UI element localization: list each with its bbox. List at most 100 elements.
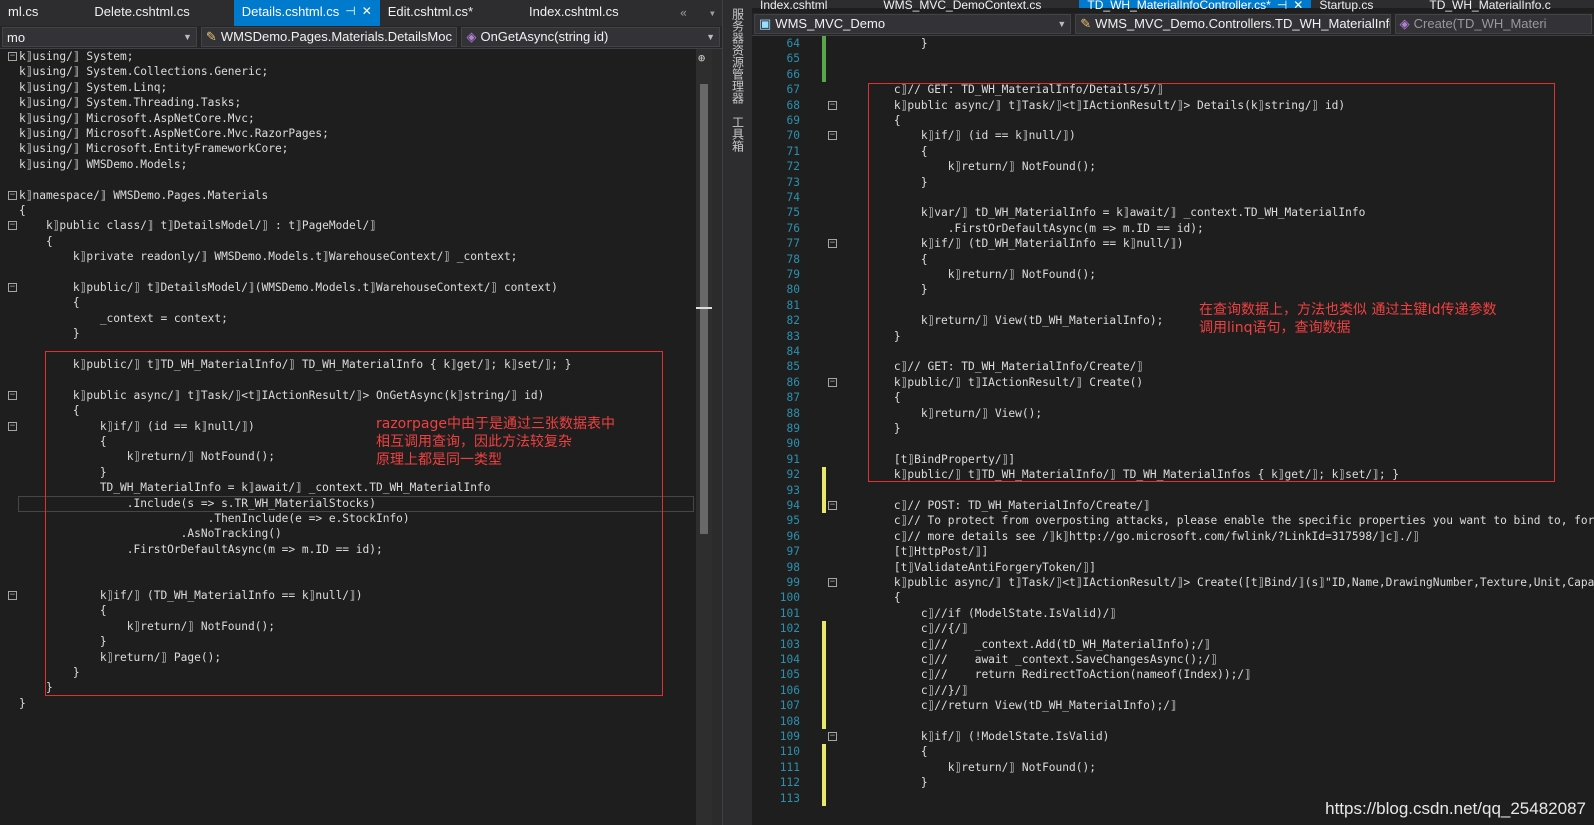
code-line: 108 [752,714,1594,729]
class-dropdown[interactable]: ✎WMSDemo.Pages.Materials.DetailsMoc ▼ [200,27,458,47]
code-line: 105 c⟧// return RedirectToAction(nameof(… [752,667,1594,682]
tab-edit-cshtml-cs[interactable]: Edit.cshtml.cs* [380,0,481,26]
code-line: 109− k⟧if/⟧ (!ModelState.IsValid) [752,729,1594,744]
code-line: k⟧using/⟧ System.Threading.Tasks; [19,96,242,110]
collapse-icon[interactable]: − [8,221,17,231]
toolbox-tab[interactable]: 工具箱 [730,112,747,156]
line-number: 90 [786,437,800,451]
code-line: _context = context; [19,311,228,325]
split-icon[interactable]: ⊕ [698,51,705,65]
line-number: 80 [786,283,800,297]
line-number: 71 [786,144,800,158]
member-dropdown[interactable]: ◈ OnGetAsync(string id) ▼ [461,27,720,47]
collapse-icon[interactable]: − [8,52,17,61]
class-label: WMS_MVC_Demo.Controllers.TD_WH_MaterialI… [1095,16,1391,31]
line-number: 85 [786,360,800,374]
pin-icon[interactable]: ⊣ [345,4,355,26]
collapse-icon[interactable]: − [828,501,837,510]
collapse-icon[interactable]: − [828,377,837,387]
code-line: 100 { [752,590,1594,605]
line-number: 100 [779,591,800,605]
code-line: 64 } [752,36,1594,51]
code-line: 103 c⟧// _context.Add(tD_WH_MaterialInfo… [752,637,1594,652]
line-number: 110 [779,745,800,759]
line-number: 92 [786,468,800,482]
tab-label: Details.cshtml.cs [241,4,340,19]
code-line: 110 { [752,744,1594,759]
tab-label: WMS_MVC_DemoContext.cs [883,0,1042,12]
tab-overflow-icon[interactable]: « ▾ [680,0,722,26]
member-dropdown[interactable]: ◈ Create(TD_WH_Materi [1394,14,1593,34]
line-number: 112 [779,776,800,790]
tab-index-cshtml-cs[interactable]: Index.cshtml.cs [521,0,627,26]
chevron-down-icon: ▼ [1057,19,1067,29]
code-line: 96 c⟧// more details see /⟧k⟧http://go.m… [752,529,1594,544]
method-icon: ◈ [1399,16,1410,31]
code-line: 101 c⟧//if (ModelState.IsValid)/⟧ [752,606,1594,621]
annotation-box [868,83,1555,482]
line-number: 69 [786,114,800,127]
code-line: 107 c⟧//return View(tD_WH_MaterialInfo);… [752,698,1594,713]
code-line: 66 [752,67,1594,82]
tab-startup[interactable]: Startup.cs [1311,0,1381,12]
server-explorer-tab[interactable]: 服务器资源管理器 [730,4,747,108]
code-line: 112 } [752,775,1594,790]
code-line: − k⟧namespace/⟧ WMSDemo.Pages.Materials [8,188,269,202]
collapse-icon[interactable]: − [828,100,837,110]
change-indicator [822,744,826,806]
code-line: 93 [752,483,1594,498]
annotation-text: 在查询数据上，方法也类似 通过主键Id传递参数 调用linq语句，查询数据 [1199,302,1497,336]
code-line: 111 k⟧return/⟧ NotFound(); [752,760,1594,775]
splitter[interactable] [712,49,722,825]
left-tab-bar: ml.cs Delete.cshtml.cs Details.cshtml.cs… [0,0,722,26]
pin-icon[interactable]: ⊣ [1277,0,1287,12]
annotation-text: razorpage中由于是通过三张数据表中 相互调用查询，因此方法较复杂 原理上… [376,416,615,468]
collapse-icon[interactable]: − [8,390,17,400]
vertical-scrollbar[interactable]: ⊕ [696,49,712,825]
line-number: 78 [786,252,800,266]
project-dropdown[interactable]: mo ▼ [2,27,197,47]
line-number: 113 [779,791,800,805]
collapse-icon[interactable]: − [8,421,17,431]
tab-details-cshtml-cs[interactable]: Details.cshtml.cs ⊣ ✕ [233,0,380,26]
project-label: WMS_MVC_Demo [775,16,886,31]
collapse-icon[interactable]: − [828,732,837,741]
collapse-icon[interactable]: − [8,591,17,600]
close-icon[interactable]: ✕ [362,4,372,26]
code-line: 65 [752,51,1594,66]
tab-label: Edit.cshtml.cs* [387,4,474,19]
code-line: 98 [t⟧ValidateAntiForgeryToken/⟧] [752,560,1594,575]
line-number: 86 [786,375,800,389]
project-dropdown[interactable]: ▣ WMS_MVC_Demo ▼ [754,14,1072,34]
tab-index-cshtml[interactable]: Index.cshtml [752,0,835,12]
scroll-thumb[interactable] [700,84,708,534]
collapse-icon[interactable]: − [8,283,17,292]
line-number: 102 [779,622,800,636]
change-indicator [822,467,826,514]
code-line: k⟧using/⟧ Microsoft.EntityFrameworkCore; [19,142,289,156]
line-number: 75 [786,206,800,220]
collapse-icon[interactable]: − [828,578,837,587]
tab-ml-cs[interactable]: ml.cs [0,0,46,26]
collapse-icon[interactable]: − [828,131,837,141]
tab-controller[interactable]: TD_WH_MaterialInfoController.cs* ⊣ ✕ [1079,0,1312,12]
collapse-icon[interactable]: − [828,239,837,249]
collapse-icon[interactable]: − [8,190,17,200]
line-number: 103 [779,637,800,651]
change-indicator [822,621,826,729]
code-line: { [19,204,26,217]
code-line: { [19,234,53,248]
scroll-position-marker [696,307,712,309]
close-icon[interactable]: ✕ [1293,0,1303,12]
tab-label: ml.cs [8,4,39,19]
tab-materialinfo[interactable]: TD_WH_MaterialInfo.c [1421,0,1558,12]
right-editor-pane: Index.cshtml WMS_MVC_DemoContext.cs TD_W… [752,0,1594,825]
class-dropdown[interactable]: ✎ WMS_MVC_Demo.Controllers.TD_WH_Material… [1075,14,1391,34]
line-number: 68 [786,98,800,112]
line-number: 94 [786,499,800,512]
code-line: 95 c⟧// To protect from overposting atta… [752,513,1594,528]
code-line: { [19,296,80,310]
tab-wms-context[interactable]: WMS_MVC_DemoContext.cs [875,0,1049,12]
tab-delete-cshtml-cs[interactable]: Delete.cshtml.cs [86,0,197,26]
code-line: − k⟧public class/⟧ t⟧DetailsModel/⟧ : t⟧… [8,219,376,233]
